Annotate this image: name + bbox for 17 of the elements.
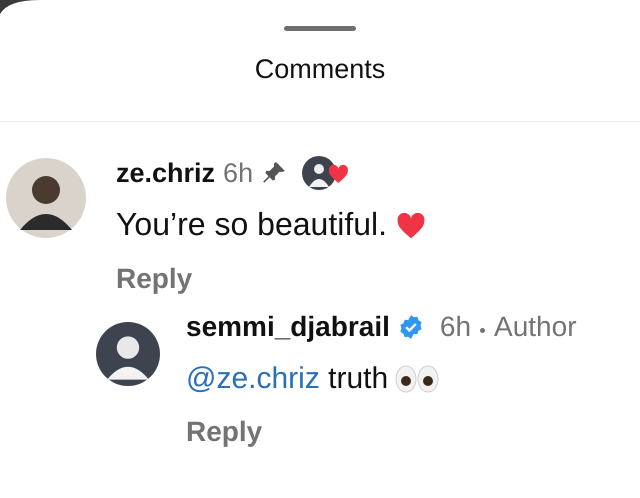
comment-text: truth: [328, 362, 388, 395]
username[interactable]: semmi_djabrail: [186, 306, 390, 348]
avatar[interactable]: [96, 322, 160, 386]
reply-link[interactable]: Reply: [186, 411, 262, 453]
comment-text: You’re so beautiful.: [116, 206, 388, 242]
separator-dot: [480, 328, 486, 332]
timestamp: 6h: [440, 310, 472, 344]
heart-icon: [395, 210, 428, 240]
author-label: Author: [494, 310, 577, 344]
avatar[interactable]: [6, 158, 86, 238]
username[interactable]: ze.chriz: [116, 152, 216, 194]
mention-link[interactable]: @ze.chriz: [186, 362, 320, 395]
eyes-icon: [394, 364, 440, 394]
drag-handle[interactable]: [284, 26, 356, 31]
timestamp: 6h: [223, 156, 254, 190]
sheet-title: Comments: [254, 53, 386, 86]
reply-link[interactable]: Reply: [116, 258, 192, 300]
